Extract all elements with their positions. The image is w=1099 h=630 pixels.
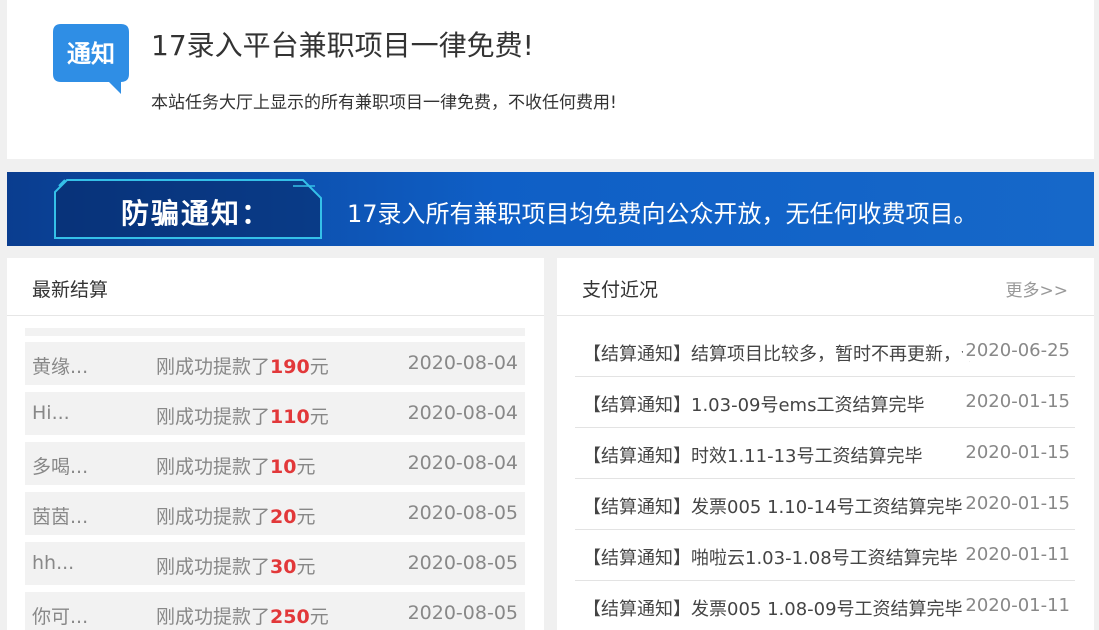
settlement-currency: 元 bbox=[296, 556, 316, 578]
latest-settlement-panel: 最新结算 黄缘... 刚成功提款了190元 2020-08-04 Hi... 刚成功提款… bbox=[7, 258, 544, 630]
settlement-action: 刚成功提款了250元 bbox=[156, 602, 329, 629]
settlement-action: 刚成功提款了30元 bbox=[156, 552, 315, 579]
settlement-user-name: hh... bbox=[32, 552, 75, 574]
settlement-row: 多喝... 刚成功提款了10元 2020-08-04 bbox=[25, 442, 525, 485]
payment-row[interactable]: 【结算通知】时效1.11-13号工资结算完毕 2020-01-15 bbox=[575, 428, 1075, 479]
settlement-currency: 元 bbox=[296, 506, 316, 528]
settlement-amount: 250 bbox=[270, 606, 310, 628]
settlement-action-text: 刚成功提款了 bbox=[156, 606, 271, 628]
payment-status-title: 支付近况 bbox=[582, 279, 659, 301]
settlement-list: 黄缘... 刚成功提款了190元 2020-08-04 Hi... 刚成功提款了110元… bbox=[25, 342, 525, 630]
settlement-amount: 190 bbox=[270, 356, 310, 378]
settlement-user-name: Hi... bbox=[32, 402, 70, 424]
banner-label: 防骗通知： bbox=[121, 197, 272, 230]
more-link[interactable]: 更多>> bbox=[1006, 276, 1069, 301]
payment-notice-link[interactable]: 【结算通知】啪啦云1.03-1.08号工资结算完毕 bbox=[583, 544, 970, 570]
settlement-row: 茵茵... 刚成功提款了20元 2020-08-05 bbox=[25, 492, 525, 535]
latest-settlement-title: 最新结算 bbox=[32, 279, 109, 301]
anti-fraud-banner: 防骗通知： 17录入所有兼职项目均免费向公众开放，无任何收费项目。 bbox=[7, 172, 1094, 246]
payment-list: 【结算通知】结算项目比较多，暂时不再更新，个 2020-06-25 【结算通知】1.… bbox=[575, 326, 1075, 630]
settlement-row: Hi... 刚成功提款了110元 2020-08-04 bbox=[25, 392, 525, 435]
settlement-action: 刚成功提款了10元 bbox=[156, 452, 315, 479]
settlement-amount: 110 bbox=[270, 406, 310, 428]
settlement-action-text: 刚成功提款了 bbox=[156, 456, 271, 478]
payment-date: 2020-01-15 bbox=[963, 442, 1070, 463]
latest-settlement-header: 最新结算 bbox=[7, 258, 544, 316]
settlement-action: 刚成功提款了110元 bbox=[156, 402, 329, 429]
settlement-currency: 元 bbox=[309, 356, 329, 378]
settlement-currency: 元 bbox=[309, 406, 329, 428]
payment-notice-link[interactable]: 【结算通知】1.03-09号ems工资结算完毕 bbox=[583, 391, 970, 417]
settlement-action: 刚成功提款了190元 bbox=[156, 352, 329, 379]
payment-date: 2020-06-25 bbox=[963, 340, 1070, 361]
payment-date: 2020-01-15 bbox=[963, 391, 1070, 412]
settlement-amount: 10 bbox=[270, 456, 297, 478]
payment-date: 2020-01-11 bbox=[963, 595, 1070, 616]
payment-status-header: 支付近况 更多>> bbox=[557, 258, 1094, 316]
settlement-date: 2020-08-05 bbox=[407, 602, 518, 624]
settlement-date: 2020-08-05 bbox=[407, 552, 518, 574]
payment-notice-link[interactable]: 【结算通知】发票005 1.08-09号工资结算完毕 bbox=[583, 595, 970, 621]
settlement-user-name: 你可... bbox=[32, 606, 89, 628]
payment-row[interactable]: 【结算通知】1.03-09号ems工资结算完毕 2020-01-15 bbox=[575, 377, 1075, 428]
notice-card: 通知 17录入平台兼职项目一律免费! 本站任务大厅上显示的所有兼职项目一律免费，… bbox=[7, 0, 1094, 159]
payment-date: 2020-01-15 bbox=[963, 493, 1070, 514]
settlement-action-text: 刚成功提款了 bbox=[156, 556, 271, 578]
notice-title: 17录入平台兼职项目一律免费! bbox=[151, 29, 534, 62]
settlement-user-name: 黄缘... bbox=[32, 356, 89, 378]
settlement-date: 2020-08-04 bbox=[407, 402, 518, 424]
payment-notice-link[interactable]: 【结算通知】时效1.11-13号工资结算完毕 bbox=[583, 442, 970, 468]
settlement-currency: 元 bbox=[309, 606, 329, 628]
settlement-currency: 元 bbox=[296, 456, 316, 478]
settlement-date: 2020-08-04 bbox=[407, 352, 518, 374]
settlement-user-name: 多喝... bbox=[32, 456, 89, 478]
payment-status-panel: 支付近况 更多>> 【结算通知】结算项目比较多，暂时不再更新，个 2020-06-… bbox=[557, 258, 1094, 630]
settlement-row: 黄缘... 刚成功提款了190元 2020-08-04 bbox=[25, 342, 525, 385]
settlement-action-text: 刚成功提款了 bbox=[156, 506, 271, 528]
settlement-amount: 20 bbox=[270, 506, 297, 528]
banner-text: 17录入所有兼职项目均免费向公众开放，无任何收费项目。 bbox=[347, 200, 978, 228]
settlement-date: 2020-08-04 bbox=[407, 452, 518, 474]
notice-icon-label: 通知 bbox=[67, 40, 115, 68]
payment-row[interactable]: 【结算通知】啪啦云1.03-1.08号工资结算完毕 2020-01-11 bbox=[575, 530, 1075, 581]
notice-bubble-icon: 通知 bbox=[53, 24, 129, 94]
payment-row[interactable]: 【结算通知】结算项目比较多，暂时不再更新，个 2020-06-25 bbox=[575, 326, 1075, 377]
list-top-stripe bbox=[25, 328, 525, 336]
payment-notice-link[interactable]: 【结算通知】发票005 1.10-14号工资结算完毕 bbox=[583, 493, 970, 519]
settlement-action-text: 刚成功提款了 bbox=[156, 356, 271, 378]
notice-description: 本站任务大厅上显示的所有兼职项目一律免费，不收任何费用! bbox=[151, 93, 617, 113]
settlement-row: hh... 刚成功提款了30元 2020-08-05 bbox=[25, 542, 525, 585]
settlement-amount: 30 bbox=[270, 556, 297, 578]
settlement-action-text: 刚成功提款了 bbox=[156, 406, 271, 428]
payment-row[interactable]: 【结算通知】发票005 1.08-09号工资结算完毕 2020-01-11 bbox=[575, 581, 1075, 630]
payment-notice-link[interactable]: 【结算通知】结算项目比较多，暂时不再更新，个 bbox=[583, 340, 970, 366]
settlement-date: 2020-08-05 bbox=[407, 502, 518, 524]
payment-date: 2020-01-11 bbox=[963, 544, 1070, 565]
settlement-user-name: 茵茵... bbox=[32, 506, 89, 528]
settlement-action: 刚成功提款了20元 bbox=[156, 502, 315, 529]
settlement-row: 你可... 刚成功提款了250元 2020-08-05 bbox=[25, 592, 525, 630]
payment-row[interactable]: 【结算通知】发票005 1.10-14号工资结算完毕 2020-01-15 bbox=[575, 479, 1075, 530]
